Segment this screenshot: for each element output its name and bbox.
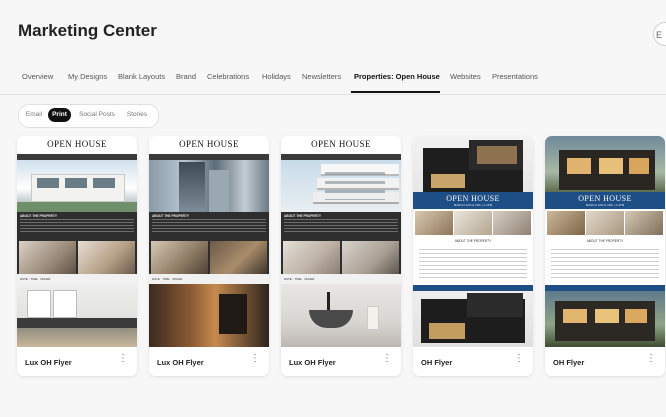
house-photo <box>545 136 665 196</box>
tab-overview[interactable]: Overview <box>22 72 53 81</box>
category-tabs: Overview My Designs Blank Layouts Brand … <box>0 62 666 95</box>
house-photo <box>413 136 533 196</box>
filter-stories[interactable]: Stories <box>122 108 152 122</box>
flyer-thumbnail[interactable]: OPEN HOUSE MARCH 12th & 13th | 1-4PM ABO… <box>413 136 533 347</box>
card-name: Lux OH Flyer <box>157 358 204 367</box>
tab-brand[interactable]: Brand <box>176 72 196 81</box>
profile-button[interactable]: E <box>653 22 666 46</box>
more-vertical-icon[interactable]: ⋮ <box>514 354 524 364</box>
template-card[interactable]: OPEN HOUSE ABOUT THE PROPERTY DATE · TIM… <box>281 136 401 376</box>
flyer-thumbnail[interactable]: OPEN HOUSE ABOUT THE PROPERTY DATE · TIM… <box>149 136 269 347</box>
active-tab-indicator <box>351 91 440 93</box>
page-title: Marketing Center <box>18 21 157 40</box>
flyer-title: OPEN HOUSE <box>578 194 632 203</box>
flyer-title: OPEN HOUSE <box>179 139 239 149</box>
flyer-thumbnail[interactable]: OPEN HOUSE ABOUT THE PROPERTY DATE · TIM… <box>281 136 401 347</box>
flyer-thumbnail[interactable]: OPEN HOUSE MARCH 12th & 13th | 1-4PM ABO… <box>545 136 665 347</box>
more-vertical-icon[interactable]: ⋮ <box>382 354 392 364</box>
flyer-title: OPEN HOUSE <box>47 139 107 149</box>
flyer-thumbnail[interactable]: OPEN HOUSE ABOUT THE PROPERTY DATE · TIM… <box>17 136 137 347</box>
template-card[interactable]: OPEN HOUSE MARCH 12th & 13th | 1-4PM ABO… <box>545 136 665 376</box>
tab-celebrations[interactable]: Celebrations <box>207 72 249 81</box>
flyer-title: OPEN HOUSE <box>311 139 371 149</box>
tab-properties-open-house[interactable]: Properties: Open House <box>354 72 440 81</box>
tab-presentations[interactable]: Presentations <box>492 72 538 81</box>
tab-newsletters[interactable]: Newsletters <box>302 72 341 81</box>
house-photo <box>17 160 137 212</box>
card-name: OH Flyer <box>421 358 453 367</box>
flyer-title: OPEN HOUSE <box>446 194 500 203</box>
filter-social-posts[interactable]: Social Posts <box>75 108 119 122</box>
template-card[interactable]: OPEN HOUSE ABOUT THE PROPERTY DATE · TIM… <box>149 136 269 376</box>
format-filter: Email Print Social Posts Stories <box>18 104 159 128</box>
card-name: Lux OH Flyer <box>25 358 72 367</box>
more-vertical-icon[interactable]: ⋮ <box>118 354 128 364</box>
tab-websites[interactable]: Websites <box>450 72 481 81</box>
template-card[interactable]: OPEN HOUSE ABOUT THE PROPERTY DATE · TIM… <box>17 136 137 376</box>
tab-my-designs[interactable]: My Designs <box>68 72 107 81</box>
card-name: OH Flyer <box>553 358 585 367</box>
house-photo <box>281 160 401 212</box>
filter-print[interactable]: Print <box>48 108 71 122</box>
house-photo <box>149 160 269 212</box>
template-card[interactable]: OPEN HOUSE MARCH 12th & 13th | 1-4PM ABO… <box>413 136 533 376</box>
filter-email[interactable]: Email <box>23 108 45 122</box>
more-vertical-icon[interactable]: ⋮ <box>250 354 260 364</box>
tab-holidays[interactable]: Holidays <box>262 72 291 81</box>
card-name: Lux OH Flyer <box>289 358 336 367</box>
more-vertical-icon[interactable]: ⋮ <box>646 354 656 364</box>
tab-blank-layouts[interactable]: Blank Layouts <box>118 72 165 81</box>
